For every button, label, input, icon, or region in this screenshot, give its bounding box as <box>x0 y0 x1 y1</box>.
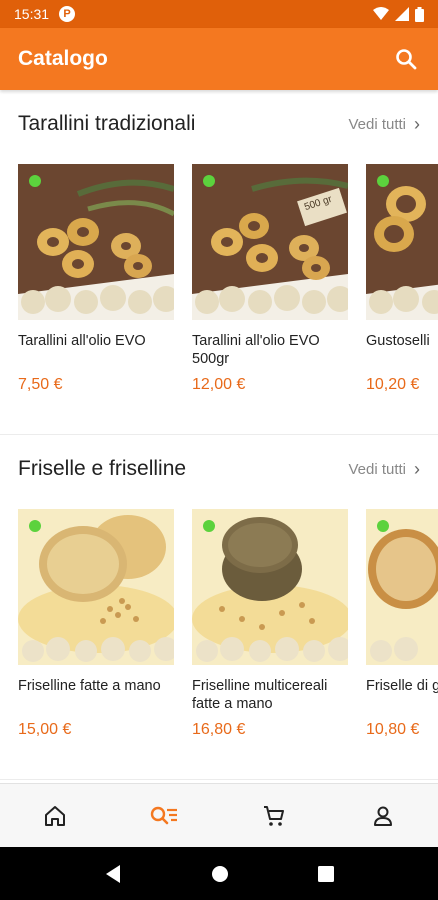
category-section-tarallini: Tarallini tradizionali Vedi tutti › Tara… <box>0 90 438 435</box>
product-card[interactable]: Friselle di grano 10,80 € <box>366 509 438 739</box>
status-time: 15:31 <box>14 6 50 22</box>
see-all-label: Vedi tutti <box>348 115 406 133</box>
product-price: 10,80 € <box>366 721 420 738</box>
product-image <box>18 509 174 665</box>
product-name: Friselline multicereali fatte a mano <box>192 678 328 712</box>
see-all-link[interactable]: Vedi tutti › <box>348 114 420 135</box>
signal-icon <box>395 7 409 21</box>
product-name: Tarallini all'olio EVO 500gr <box>192 333 320 367</box>
section-header: Friselle e friselline Vedi tutti › <box>0 455 438 483</box>
product-image <box>366 509 438 665</box>
nav-catalog[interactable] <box>110 784 220 847</box>
page-title: Catalogo <box>18 47 108 70</box>
product-price: 16,80 € <box>192 721 246 738</box>
bottom-navigation <box>0 783 438 847</box>
product-price: 10,20 € <box>366 376 420 393</box>
availability-dot <box>29 520 41 532</box>
availability-dot <box>377 175 389 187</box>
nav-profile[interactable] <box>329 784 438 847</box>
category-section-friselle: Friselle e friselline Vedi tutti › Frise… <box>0 435 438 780</box>
status-bar: 15:31 P <box>0 0 438 28</box>
cart-icon <box>263 805 284 826</box>
product-image <box>366 164 438 320</box>
app-notification-icon: P <box>59 6 76 22</box>
search-icon[interactable] <box>392 45 420 73</box>
section-header: Tarallini tradizionali Vedi tutti › <box>0 110 438 138</box>
battery-icon <box>415 6 424 22</box>
product-image <box>18 164 174 320</box>
back-icon[interactable] <box>104 864 122 884</box>
status-icons <box>373 6 424 22</box>
section-title: Friselle e friselline <box>18 457 187 480</box>
product-name: Tarallini all'olio EVO <box>18 333 146 349</box>
availability-dot <box>203 520 215 532</box>
profile-icon <box>374 806 393 826</box>
see-all-link[interactable]: Vedi tutti › <box>348 459 420 480</box>
see-all-label: Vedi tutti <box>348 460 406 478</box>
catalog-search-icon <box>151 806 178 824</box>
product-price: 7,50 € <box>18 376 63 393</box>
product-name: Gustoselli <box>366 333 430 349</box>
product-price: 12,00 € <box>192 376 246 393</box>
chevron-right-icon: › <box>414 458 420 479</box>
product-price: 15,00 € <box>18 721 72 738</box>
nav-cart[interactable] <box>219 784 329 847</box>
product-carousel[interactable]: Tarallini all'olio EVO 7,50 € 500 gr Tar… <box>0 164 438 394</box>
app-bar: Catalogo <box>0 28 438 90</box>
chevron-right-icon: › <box>414 113 420 134</box>
nav-home[interactable] <box>0 784 110 847</box>
product-card[interactable]: Gustoselli 10,20 € <box>366 164 438 394</box>
availability-dot <box>29 175 41 187</box>
product-image <box>192 509 348 665</box>
section-title: Tarallini tradizionali <box>18 112 196 135</box>
product-card[interactable]: Friselline multicereali fatte a mano 16,… <box>192 509 348 739</box>
product-card[interactable]: 500 gr Tarallini all'olio EVO 500gr 12,0… <box>192 164 348 394</box>
product-image: 500 gr <box>192 164 348 320</box>
availability-dot <box>203 175 215 187</box>
wifi-icon <box>373 7 389 20</box>
availability-dot <box>377 520 389 532</box>
home-icon <box>44 805 65 826</box>
product-name: Friselline fatte a mano <box>18 678 161 694</box>
recents-icon[interactable] <box>317 865 334 882</box>
product-card[interactable]: Friselline fatte a mano 15,00 € <box>18 509 174 739</box>
system-navigation-bar <box>0 847 438 900</box>
catalog-content[interactable]: Tarallini tradizionali Vedi tutti › Tara… <box>0 90 438 783</box>
product-name: Friselle di grano <box>366 678 438 694</box>
product-card[interactable]: Tarallini all'olio EVO 7,50 € <box>18 164 174 394</box>
home-button-icon[interactable] <box>211 865 229 883</box>
product-carousel[interactable]: Friselline fatte a mano 15,00 € Friselli… <box>0 509 438 739</box>
